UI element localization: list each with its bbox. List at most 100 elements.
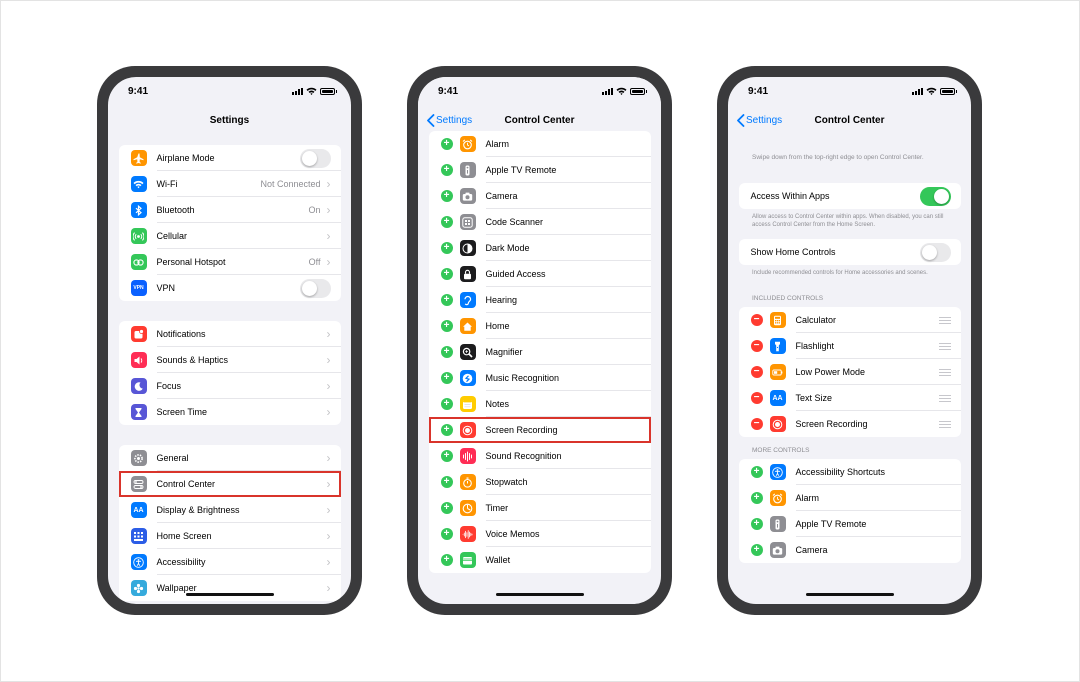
settings-row-sounds-and-haptics[interactable]: Sounds & Haptics ›: [119, 347, 341, 373]
control-row-dark-mode[interactable]: + Dark Mode: [429, 235, 651, 261]
display-icon: AA: [130, 502, 147, 518]
settings-row-home-screen[interactable]: Home Screen ›: [119, 523, 341, 549]
add-control-button[interactable]: +: [750, 518, 763, 530]
airplane-mode-toggle[interactable]: [299, 148, 331, 168]
row-label: Text Size: [795, 393, 833, 403]
control-row-screen-recording[interactable]: − Screen Recording: [739, 411, 961, 437]
shazam-icon: [459, 370, 476, 386]
reorder-handle-icon[interactable]: [938, 394, 951, 402]
control-row-music-recognition[interactable]: + Music Recognition: [429, 365, 651, 391]
add-control-button[interactable]: +: [440, 424, 453, 436]
row-label: Bluetooth: [156, 205, 195, 215]
control-row-screen-recording[interactable]: + Screen Recording: [428, 417, 651, 443]
control-row-camera[interactable]: + Camera: [429, 183, 651, 209]
lock-icon: [459, 266, 476, 282]
chevron-right-icon: ›: [326, 255, 331, 269]
remove-control-button[interactable]: −: [750, 314, 763, 326]
settings-row-display-and-brightness[interactable]: AA Display & Brightness ›: [119, 497, 341, 523]
settings-row-bluetooth[interactable]: Bluetooth On ›: [119, 197, 341, 223]
row-label: Screen Time: [156, 407, 208, 417]
chevron-right-icon: ›: [326, 203, 331, 217]
settings-row-notifications[interactable]: Notifications ›: [119, 321, 341, 347]
show-home-controls-toggle[interactable]: [919, 242, 951, 262]
control-row-wallet[interactable]: + Wallet: [429, 547, 651, 573]
status-bar: 9:41: [418, 77, 661, 103]
settings-row-airplane-mode[interactable]: Airplane Mode: [119, 145, 341, 171]
control-row-low-power-mode[interactable]: − Low Power Mode: [739, 359, 961, 385]
gear-icon: [130, 450, 147, 466]
home-controls-group: Show Home Controls: [738, 239, 961, 265]
add-control-button[interactable]: +: [440, 190, 453, 202]
airplane-icon: [130, 150, 147, 166]
settings-row-accessibility[interactable]: Accessibility ›: [119, 549, 341, 575]
access-within-apps-toggle[interactable]: [919, 186, 951, 206]
remove-control-button[interactable]: −: [750, 340, 763, 352]
add-control-button[interactable]: +: [440, 528, 453, 540]
status-bar: 9:41: [728, 77, 971, 103]
wallpaper-icon: [130, 580, 147, 596]
add-control-button[interactable]: +: [750, 466, 763, 478]
tv-remote-icon: [769, 516, 786, 532]
control-row-timer[interactable]: + Timer: [429, 495, 651, 521]
add-control-button[interactable]: +: [440, 372, 453, 384]
settings-row-cellular[interactable]: Cellular ›: [119, 223, 341, 249]
add-control-button[interactable]: +: [440, 138, 453, 150]
add-control-button[interactable]: +: [440, 268, 453, 280]
reorder-handle-icon[interactable]: [938, 420, 951, 428]
settings-row-vpn[interactable]: VPN VPN: [119, 275, 341, 301]
reorder-handle-icon[interactable]: [938, 316, 951, 324]
add-control-button[interactable]: +: [440, 398, 453, 410]
add-control-button[interactable]: +: [440, 216, 453, 228]
add-control-button[interactable]: +: [440, 242, 453, 254]
row-label: General: [156, 453, 189, 463]
control-row-hearing[interactable]: + Hearing: [429, 287, 651, 313]
add-control-button[interactable]: +: [440, 164, 453, 176]
control-row-guided-access[interactable]: + Guided Access: [429, 261, 651, 287]
settings-row-wallpaper[interactable]: Wallpaper ›: [119, 575, 341, 601]
add-control-button[interactable]: +: [440, 502, 453, 514]
control-row-code-scanner[interactable]: + Code Scanner: [429, 209, 651, 235]
control-row-apple-tv-remote[interactable]: + Apple TV Remote: [429, 157, 651, 183]
add-control-button[interactable]: +: [440, 476, 453, 488]
add-control-button[interactable]: +: [750, 544, 763, 556]
control-row-apple-tv-remote[interactable]: + Apple TV Remote: [739, 511, 961, 537]
settings-row-focus[interactable]: Focus ›: [119, 373, 341, 399]
control-row-accessibility-shortcuts[interactable]: + Accessibility Shortcuts: [739, 459, 961, 485]
settings-row-screen-time[interactable]: Screen Time ›: [119, 399, 341, 425]
control-row-alarm[interactable]: + Alarm: [739, 485, 961, 511]
settings-row-general[interactable]: General ›: [119, 445, 341, 471]
add-control-button[interactable]: +: [440, 554, 453, 566]
control-row-calculator[interactable]: − Calculator: [739, 307, 961, 333]
row-label: Accessibility Shortcuts: [795, 467, 886, 477]
settings-row-wi-fi[interactable]: Wi-Fi Not Connected ›: [119, 171, 341, 197]
control-row-sound-recognition[interactable]: + Sound Recognition: [429, 443, 651, 469]
control-row-alarm[interactable]: + Alarm: [429, 131, 651, 157]
row-label: Music Recognition: [485, 373, 560, 383]
vpn-toggle[interactable]: [299, 278, 331, 298]
add-control-button[interactable]: +: [750, 492, 763, 504]
phone-settings: 9:41 Settings Airplane Mode Wi-Fi Not Conn…: [97, 66, 362, 615]
wifi-icon: [130, 176, 147, 192]
control-row-voice-memos[interactable]: + Voice Memos: [429, 521, 651, 547]
row-label: Screen Recording: [485, 425, 558, 435]
control-row-text-size[interactable]: − AA Text Size: [739, 385, 961, 411]
settings-row-control-center[interactable]: Control Center ›: [118, 471, 341, 497]
remove-control-button[interactable]: −: [750, 392, 763, 404]
row-label: Control Center: [156, 479, 216, 489]
add-control-button[interactable]: +: [440, 320, 453, 332]
add-control-button[interactable]: +: [440, 450, 453, 462]
remove-control-button[interactable]: −: [750, 366, 763, 378]
reorder-handle-icon[interactable]: [938, 368, 951, 376]
settings-row-personal-hotspot[interactable]: Personal Hotspot Off ›: [119, 249, 341, 275]
control-row-magnifier[interactable]: + Magnifier: [429, 339, 651, 365]
remove-control-button[interactable]: −: [750, 418, 763, 430]
add-control-button[interactable]: +: [440, 346, 453, 358]
phone-control-center-settings: 9:41 Settings Control Center Swipe down …: [717, 66, 982, 615]
control-row-home[interactable]: + Home: [429, 313, 651, 339]
control-row-notes[interactable]: + Notes: [429, 391, 651, 417]
control-row-flashlight[interactable]: − Flashlight: [739, 333, 961, 359]
control-row-camera[interactable]: + Camera: [739, 537, 961, 563]
control-row-stopwatch[interactable]: + Stopwatch: [429, 469, 651, 495]
add-control-button[interactable]: +: [440, 294, 453, 306]
reorder-handle-icon[interactable]: [938, 342, 951, 350]
